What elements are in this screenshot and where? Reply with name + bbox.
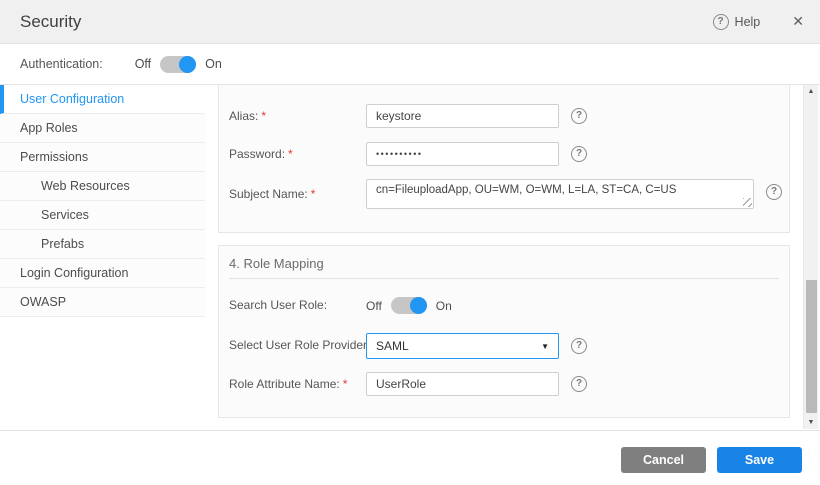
footer-divider [0, 430, 820, 431]
scroll-down-icon[interactable]: ▼ [804, 416, 818, 429]
search-user-role-on-label: On [436, 299, 452, 313]
provider-help-icon[interactable]: ? [571, 338, 587, 354]
save-button[interactable]: Save [717, 447, 802, 473]
sidebar-item-web-resources[interactable]: Web Resources [0, 172, 205, 201]
help-label: Help [735, 15, 761, 29]
provider-label: Select User Role Provider: [229, 333, 365, 357]
sidebar-item-app-roles[interactable]: App Roles [0, 114, 205, 143]
help-icon: ? [713, 14, 729, 30]
password-label: Password:* [229, 142, 365, 166]
sidebar-item-permissions[interactable]: Permissions [0, 143, 205, 172]
alias-label: Alias:* [229, 104, 365, 128]
sidebar-item-user-configuration[interactable]: User Configuration [0, 85, 205, 114]
required-marker: * [261, 109, 266, 123]
help-button[interactable]: ? Help [713, 14, 761, 30]
password-input[interactable] [366, 142, 559, 166]
role-attribute-help-icon[interactable]: ? [571, 376, 587, 392]
footer-actions: Cancel Save [621, 447, 802, 473]
close-icon[interactable]: ✕ [792, 13, 804, 30]
authentication-toggle[interactable] [160, 56, 196, 73]
authentication-off-label: Off [135, 57, 151, 71]
required-marker: * [343, 377, 348, 391]
toggle-knob [179, 56, 196, 73]
required-marker: * [288, 147, 293, 161]
alias-input[interactable] [366, 104, 559, 128]
role-attribute-label: Role Attribute Name:* [229, 372, 365, 396]
settings-sidebar: User Configuration App Roles Permissions… [0, 85, 205, 317]
textarea-resize-handle[interactable] [743, 198, 752, 207]
cancel-button[interactable]: Cancel [621, 447, 706, 473]
subject-name-help-icon[interactable]: ? [766, 184, 782, 200]
subject-name-label: Subject Name:* [229, 182, 365, 206]
role-mapping-section-title: 4. Role Mapping [229, 246, 779, 279]
provider-select[interactable]: SAML ▼ [366, 333, 559, 359]
role-mapping-panel: 4. Role Mapping Search User Role: Off On… [218, 245, 790, 418]
required-marker: * [311, 187, 316, 201]
role-attribute-input[interactable] [366, 372, 559, 396]
dialog-header: Security ? Help ✕ [0, 0, 820, 44]
sidebar-item-login-configuration[interactable]: Login Configuration [0, 259, 205, 288]
search-user-role-off-label: Off [366, 299, 382, 313]
authentication-on-label: On [205, 57, 222, 71]
search-user-role-toggle[interactable] [391, 297, 427, 314]
toggle-knob [410, 297, 427, 314]
page-title: Security [20, 12, 81, 32]
alias-help-icon[interactable]: ? [571, 108, 587, 124]
sidebar-item-services[interactable]: Services [0, 201, 205, 230]
password-help-icon[interactable]: ? [571, 146, 587, 162]
authentication-row: Authentication: Off On [0, 44, 820, 85]
scroll-up-icon[interactable]: ▲ [804, 85, 818, 98]
search-user-role-label: Search User Role: [229, 293, 365, 317]
vertical-scrollbar[interactable]: ▲ ▼ [803, 85, 818, 429]
sidebar-item-prefabs[interactable]: Prefabs [0, 230, 205, 259]
subject-name-textarea[interactable]: cn=FileuploadApp, OU=WM, O=WM, L=LA, ST=… [366, 179, 754, 209]
authentication-label: Authentication: [20, 57, 103, 71]
scrollbar-thumb[interactable] [806, 280, 817, 413]
certificate-panel: Alias:* ? Password:* ? Subject Name:* cn… [218, 85, 790, 233]
sidebar-item-owasp[interactable]: OWASP [0, 288, 205, 317]
provider-selected-value: SAML [376, 339, 409, 353]
chevron-down-icon: ▼ [541, 342, 549, 351]
